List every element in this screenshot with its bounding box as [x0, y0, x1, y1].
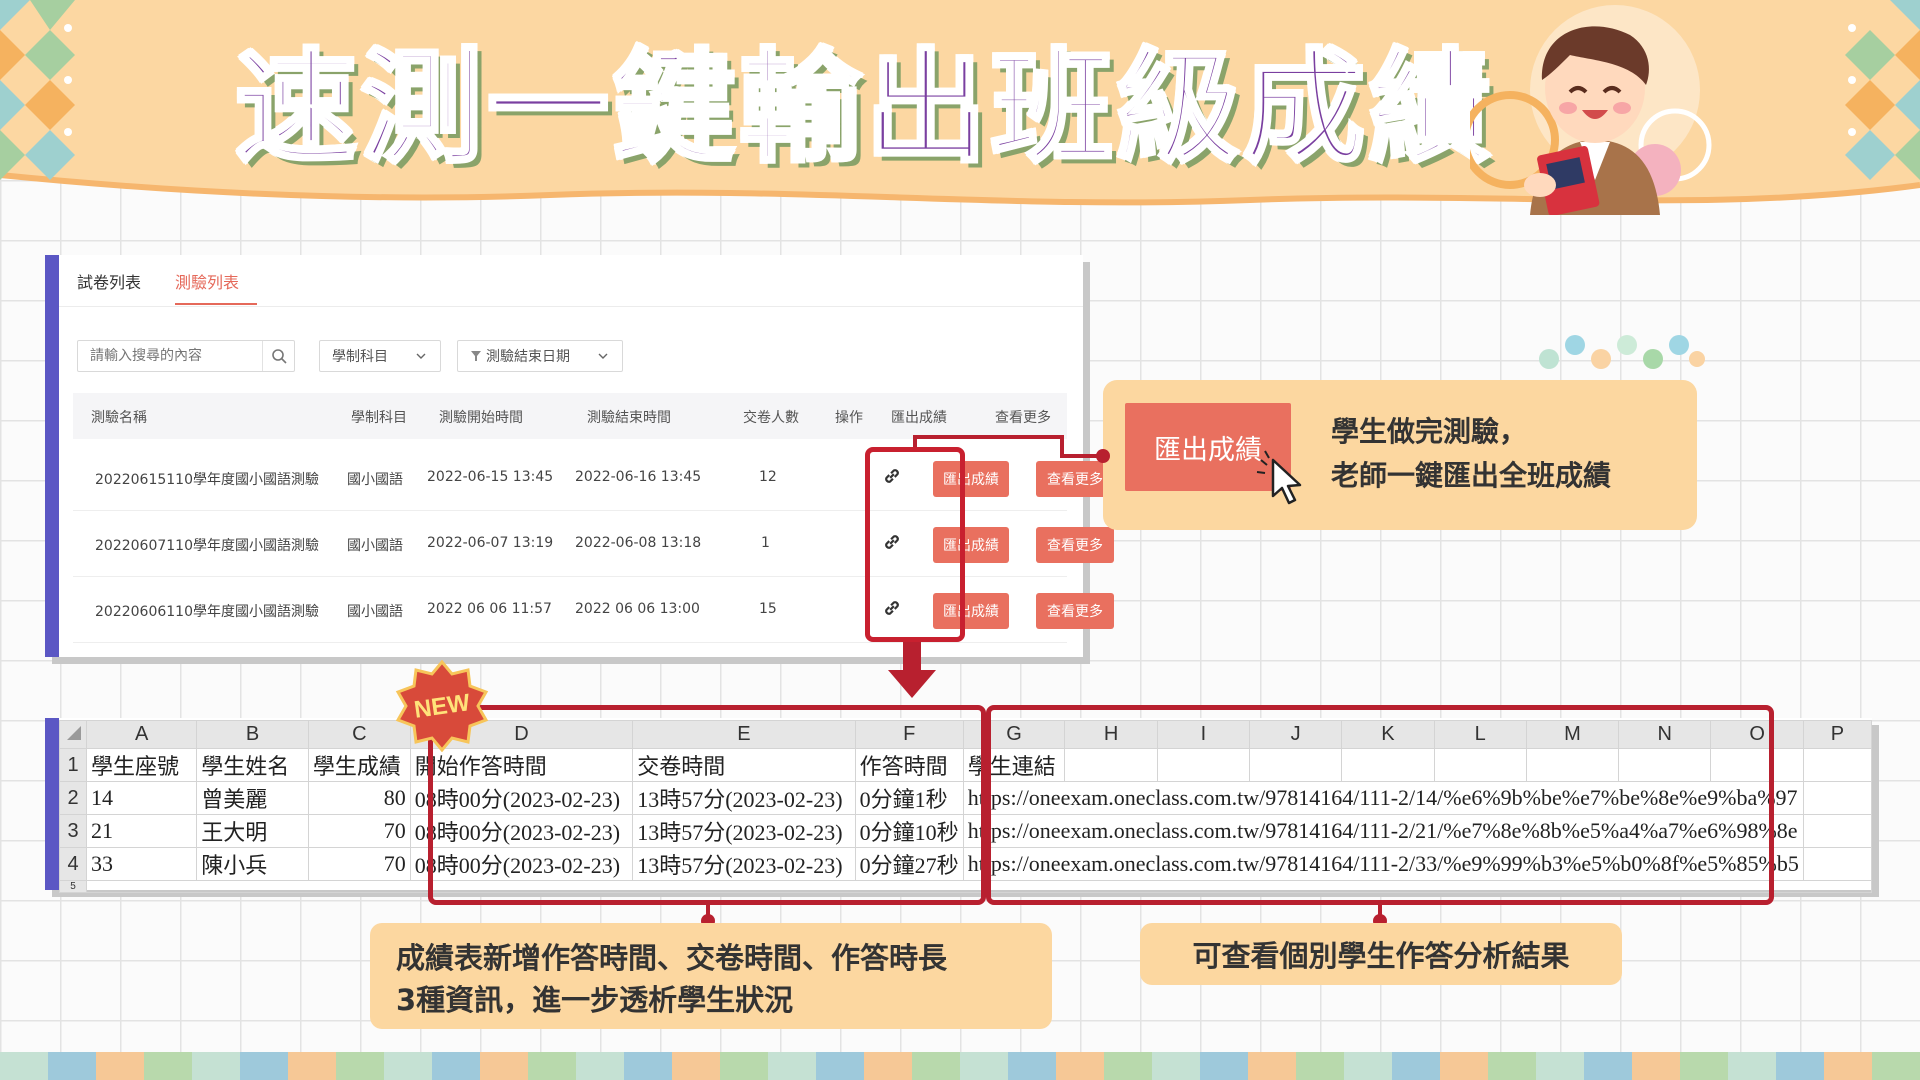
test-start: 2022-06-07 13:19	[427, 535, 554, 551]
select-all-corner[interactable]	[59, 720, 87, 749]
cell-student-name[interactable]: 曾美麗	[196, 781, 309, 815]
test-subject: 國小國語	[347, 472, 403, 488]
cell-score[interactable]: 70	[307, 814, 411, 848]
export-callout-line1: 學生做完測驗，	[1331, 415, 1528, 448]
test-start: 2022-06-15 13:45	[427, 469, 554, 485]
row-number[interactable]: 3	[59, 814, 87, 848]
cell-score[interactable]: 80	[307, 781, 411, 815]
search-box	[77, 340, 295, 372]
page-title: 速測一鍵輸出班級成績	[233, 35, 1495, 181]
export-grades-button[interactable]: 匯出成績	[933, 461, 1009, 497]
filter-icon	[471, 351, 481, 361]
cell-seat-no[interactable]: 14	[85, 781, 198, 815]
table-row: 20220606110學年度國小國語測驗 國小國語 2022 06 06 11:…	[73, 577, 1114, 643]
row-number[interactable]: 1	[59, 748, 87, 782]
teacher-mascot-illustration	[1470, 26, 1712, 215]
exam-list-panel: 試卷列表 測驗列表 學制科目 測驗結束日期 測驗名稱 學制科目 測驗開始時間 測…	[45, 255, 1114, 657]
cell-header[interactable]: 學生姓名	[196, 748, 309, 782]
col-header-more: 查看更多	[995, 410, 1051, 426]
cursor-pointer-icon	[1256, 450, 1302, 505]
cell-seat-no[interactable]: 21	[85, 814, 198, 848]
table-header: 測驗名稱 學制科目 測驗開始時間 測驗結束時間 交卷人數 操作 匯出成績 查看更…	[73, 393, 1067, 439]
search-input[interactable]	[78, 341, 262, 371]
export-callout-text: 學生做完測驗， 老師一鍵匯出全班成績	[1331, 410, 1611, 498]
col-header-export: 匯出成績	[891, 410, 947, 426]
col-header-subject: 學制科目	[351, 410, 407, 426]
col-letter[interactable]: P	[1802, 720, 1873, 749]
cell-header[interactable]: 學生成績	[307, 748, 411, 782]
end-date-filter-select[interactable]: 測驗結束日期	[457, 340, 623, 372]
link-icon[interactable]	[881, 531, 903, 553]
cell-header[interactable]: 學生座號	[85, 748, 198, 782]
test-count: 15	[759, 601, 777, 617]
cell-student-name[interactable]: 陳小兵	[196, 847, 309, 881]
cell-empty[interactable]	[1802, 748, 1873, 782]
col-letter[interactable]: B	[196, 720, 309, 749]
test-end: 2022-06-08 13:18	[575, 535, 702, 551]
export-grades-button[interactable]: 匯出成績	[933, 527, 1009, 563]
tab-paper-list[interactable]: 試卷列表	[77, 269, 141, 305]
view-more-button[interactable]: 查看更多	[1036, 593, 1114, 629]
new-badge: NEW	[395, 660, 489, 752]
cell-student-name[interactable]: 王大明	[196, 814, 309, 848]
link-icon[interactable]	[881, 465, 903, 487]
export-callout-line2: 老師一鍵匯出全班成績	[1331, 459, 1612, 492]
cell-seat-no[interactable]: 33	[85, 847, 198, 881]
col-header-action: 操作	[835, 410, 863, 426]
row-number[interactable]: 2	[59, 781, 87, 815]
end-date-filter-label: 測驗結束日期	[486, 349, 570, 365]
test-start: 2022 06 06 11:57	[427, 601, 552, 617]
export-callout: 匯出成績 學生做完測驗， 老師一鍵匯出全班成績	[1103, 380, 1697, 530]
decorative-dots	[1539, 335, 1705, 369]
new-info-line2: 3種資訊，進一步透析學生狀況	[396, 983, 794, 1017]
test-name: 20220615110學年度國小國語測驗	[95, 472, 319, 488]
cell-empty[interactable]	[1802, 781, 1873, 815]
test-end: 2022 06 06 13:00	[575, 601, 700, 617]
col-header-count: 交卷人數	[743, 410, 799, 426]
test-end: 2022-06-16 13:45	[575, 469, 702, 485]
cell-empty[interactable]	[1802, 847, 1873, 881]
test-subject: 國小國語	[347, 604, 403, 620]
table-row: 20220615110學年度國小國語測驗 國小國語 2022-06-15 13:…	[73, 445, 1114, 511]
view-more-button[interactable]: 查看更多	[1036, 527, 1114, 563]
test-count: 1	[761, 535, 770, 551]
tab-bar: 試卷列表 測驗列表	[59, 255, 1083, 307]
chevron-down-icon	[416, 353, 426, 359]
new-info-callout: 成績表新增作答時間、交卷時間、作答時長 3種資訊，進一步透析學生狀況	[370, 923, 1052, 1029]
subject-filter-select[interactable]: 學制科目	[319, 340, 441, 372]
student-link-highlight	[986, 705, 1774, 905]
chevron-down-icon	[598, 353, 608, 359]
subject-filter-label: 學制科目	[332, 349, 388, 365]
test-subject: 國小國語	[347, 538, 403, 554]
new-info-line1: 成績表新增作答時間、交卷時間、作答時長	[396, 941, 948, 975]
row-number[interactable]: 5	[59, 880, 87, 893]
link-icon[interactable]	[881, 597, 903, 619]
footer-stripe	[0, 1052, 1920, 1080]
test-name: 20220606110學年度國小國語測驗	[95, 604, 319, 620]
table-row: 20220607110學年度國小國語測驗 國小國語 2022-06-07 13:…	[73, 511, 1114, 577]
cell-empty[interactable]	[1802, 814, 1873, 848]
test-count: 12	[759, 469, 777, 485]
student-analysis-callout: 可查看個別學生作答分析結果	[1140, 923, 1622, 985]
search-icon[interactable]	[262, 341, 294, 371]
row-number[interactable]: 4	[59, 847, 87, 881]
export-grades-button[interactable]: 匯出成績	[933, 593, 1009, 629]
col-header-name: 測驗名稱	[91, 410, 147, 426]
cell-score[interactable]: 70	[307, 847, 411, 881]
col-letter[interactable]: A	[85, 720, 198, 749]
col-header-start: 測驗開始時間	[439, 410, 523, 426]
new-columns-highlight	[428, 705, 986, 905]
tab-test-list[interactable]: 測驗列表	[175, 269, 258, 305]
test-name: 20220607110學年度國小國語測驗	[95, 538, 319, 554]
col-header-end: 測驗結束時間	[587, 410, 671, 426]
filter-bar: 學制科目 測驗結束日期	[77, 340, 677, 374]
